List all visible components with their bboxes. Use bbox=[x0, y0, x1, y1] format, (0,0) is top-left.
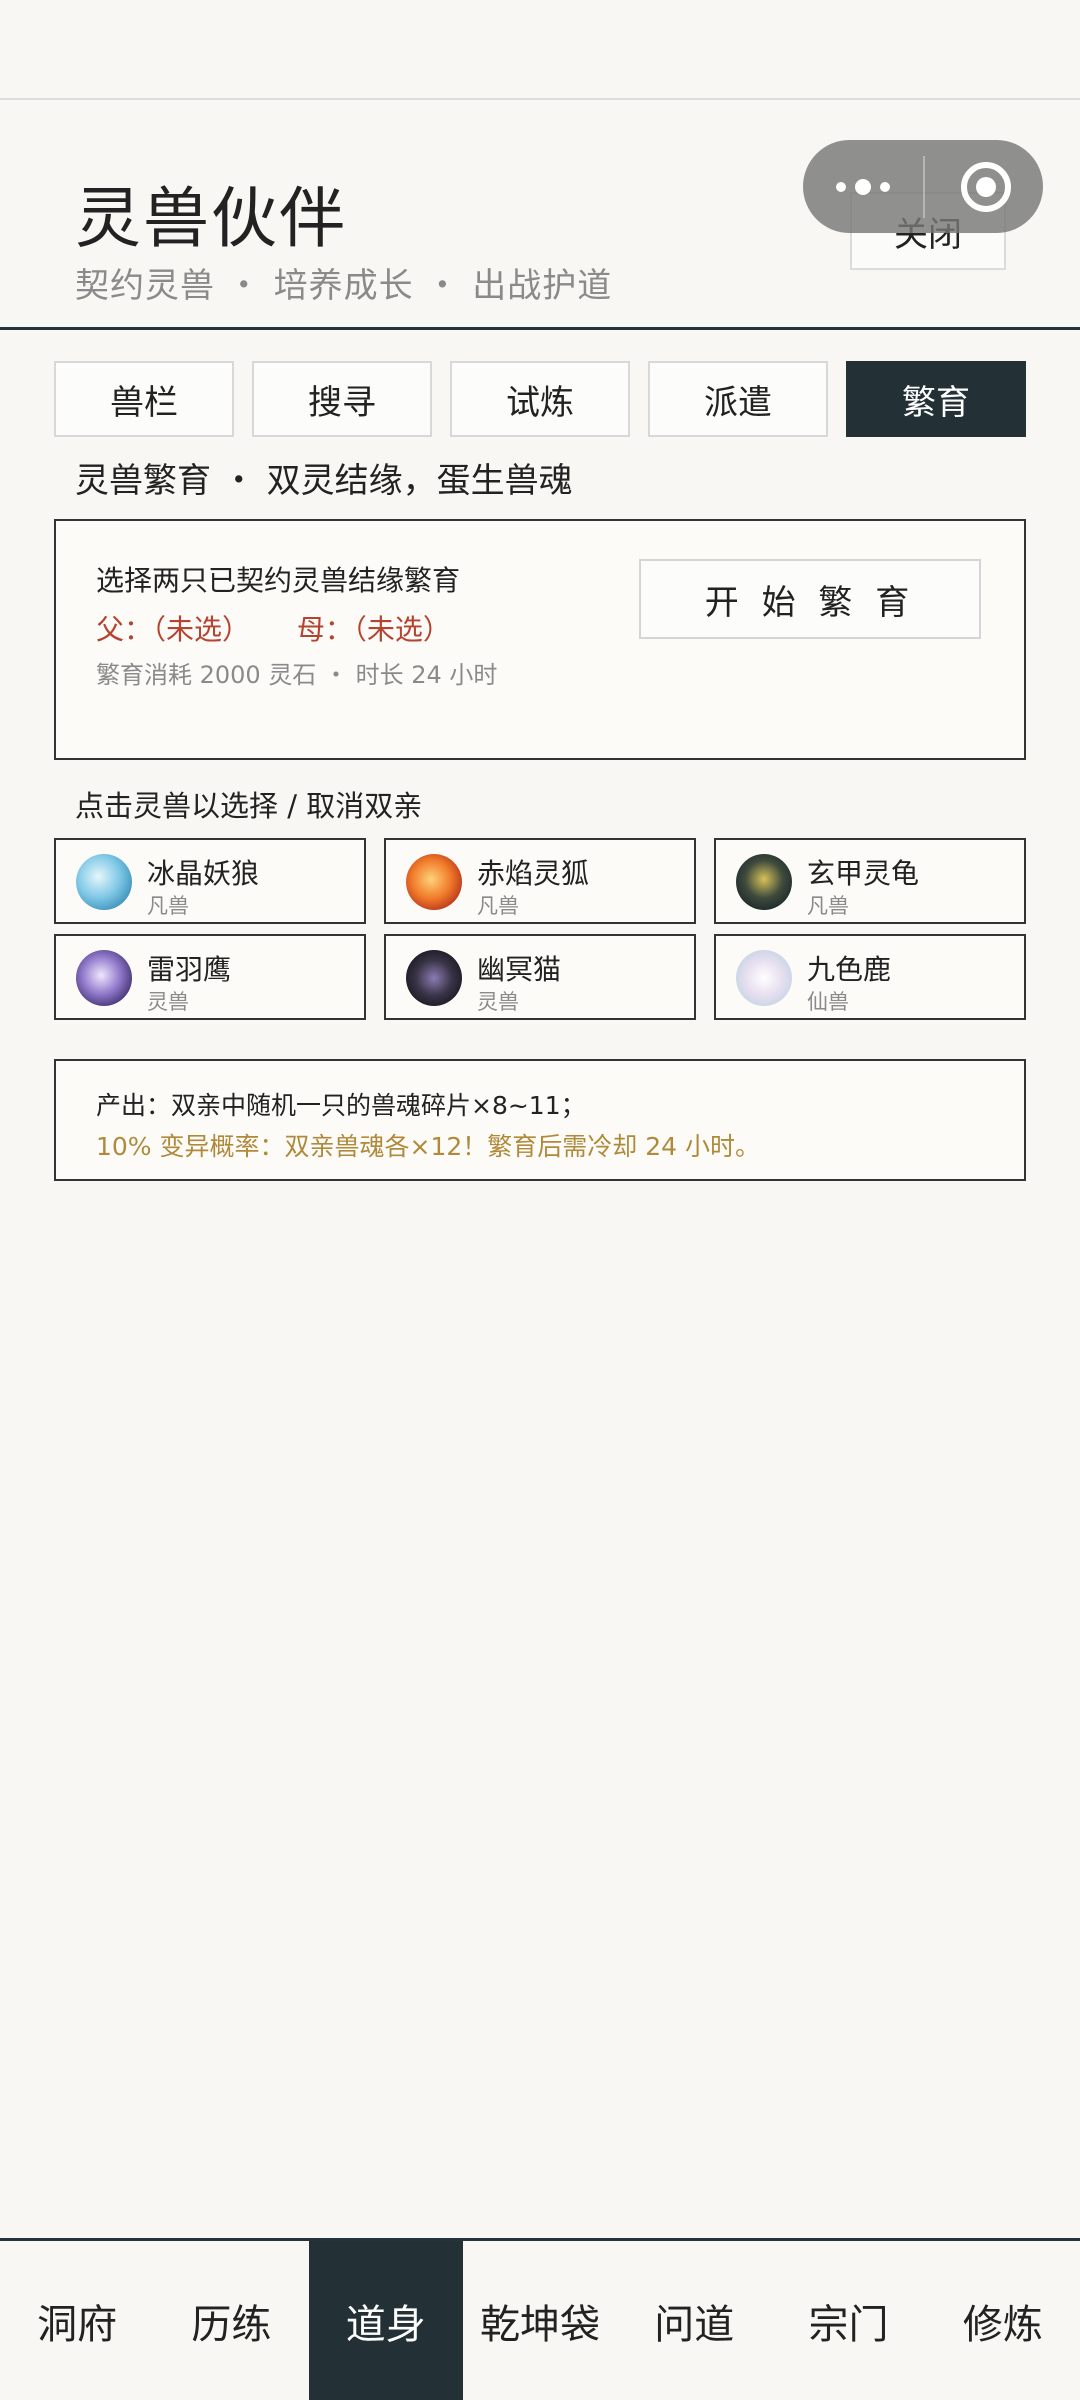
beast-name: 冰晶妖狼 bbox=[147, 857, 260, 890]
nav-dao-body[interactable]: 道身 bbox=[308, 2241, 463, 2400]
thunder-hawk-icon bbox=[76, 950, 132, 1006]
nav-sect[interactable]: 宗门 bbox=[771, 2241, 926, 2400]
shadow-cat-icon bbox=[406, 950, 462, 1006]
mother-slot: 母：（未选） bbox=[296, 613, 451, 646]
bottom-nav: 洞府 历练 道身 乾坤袋 问道 宗门 修炼 bbox=[0, 2241, 1080, 2400]
parent-selection: 父：（未选） 母：（未选） bbox=[96, 608, 489, 648]
father-slot: 父：（未选） bbox=[96, 613, 251, 646]
breeding-section-title: 灵兽繁育 ・ 双灵结缘，蛋生兽魂 bbox=[75, 461, 573, 501]
breeding-heading: 选择两只已契约灵兽结缘繁育 bbox=[96, 564, 461, 597]
breeding-cost: 繁育消耗 2000 灵石 ・ 时长 24 小时 bbox=[96, 661, 498, 689]
beast-name: 玄甲灵龟 bbox=[807, 857, 920, 890]
fire-fox-icon bbox=[406, 854, 462, 910]
tab-search[interactable]: 搜寻 bbox=[252, 361, 432, 437]
header-divider bbox=[0, 327, 1080, 330]
status-bar-area bbox=[0, 0, 1080, 100]
nav-storage-bag[interactable]: 乾坤袋 bbox=[462, 2241, 618, 2400]
mutation-description: 10% 变异概率：双亲兽魂各×12！繁育后需冷却 24 小时。 bbox=[96, 1132, 760, 1161]
tab-dispatch[interactable]: 派遣 bbox=[648, 361, 828, 437]
tab-bar: 兽栏 搜寻 试炼 派遣 繁育 bbox=[54, 361, 1026, 437]
nav-seek-dao[interactable]: 问道 bbox=[617, 2241, 772, 2400]
selection-hint: 点击灵兽以选择 / 取消双亲 bbox=[75, 789, 423, 823]
tab-beast-pen[interactable]: 兽栏 bbox=[54, 361, 234, 437]
beast-rank: 凡兽 bbox=[477, 894, 519, 918]
breeding-panel: 选择两只已契约灵兽结缘繁育 父：（未选） 母：（未选） 繁育消耗 2000 灵石… bbox=[54, 519, 1026, 760]
mini-program-capsule bbox=[803, 140, 1043, 233]
capsule-divider bbox=[923, 156, 925, 218]
beast-rank: 凡兽 bbox=[807, 894, 849, 918]
beast-card[interactable]: 雷羽鹰 灵兽 bbox=[54, 934, 366, 1020]
more-icon[interactable] bbox=[803, 140, 923, 233]
beast-rank: 灵兽 bbox=[477, 990, 519, 1014]
beast-name: 幽冥猫 bbox=[477, 953, 562, 986]
beast-card[interactable]: 玄甲灵龟 凡兽 bbox=[714, 838, 1026, 924]
nav-adventure[interactable]: 历练 bbox=[154, 2241, 309, 2400]
page-title: 灵兽伙伴 bbox=[75, 180, 347, 257]
tab-breeding[interactable]: 繁育 bbox=[846, 361, 1026, 437]
tab-trial[interactable]: 试炼 bbox=[450, 361, 630, 437]
output-info-panel: 产出：双亲中随机一只的兽魂碎片×8~11； 10% 变异概率：双亲兽魂各×12！… bbox=[54, 1059, 1026, 1181]
nav-cultivation[interactable]: 修炼 bbox=[925, 2241, 1080, 2400]
exit-target-icon[interactable] bbox=[961, 162, 1011, 212]
beast-list: 冰晶妖狼 凡兽 赤焰灵狐 凡兽 玄甲灵龟 凡兽 雷羽鹰 灵兽 幽冥猫 灵兽 九色… bbox=[54, 838, 1026, 1020]
ice-wolf-icon bbox=[76, 854, 132, 910]
beast-name: 赤焰灵狐 bbox=[477, 857, 590, 890]
beast-card[interactable]: 九色鹿 仙兽 bbox=[714, 934, 1026, 1020]
page-subtitle: 契约灵兽 ・ 培养成长 ・ 出战护道 bbox=[75, 266, 613, 306]
beast-name: 九色鹿 bbox=[807, 953, 892, 986]
nine-color-deer-icon bbox=[736, 950, 792, 1006]
output-description: 产出：双亲中随机一只的兽魂碎片×8~11； bbox=[96, 1091, 586, 1120]
beast-card[interactable]: 幽冥猫 灵兽 bbox=[384, 934, 696, 1020]
beast-rank: 灵兽 bbox=[147, 990, 189, 1014]
beast-card[interactable]: 冰晶妖狼 凡兽 bbox=[54, 838, 366, 924]
black-turtle-icon bbox=[736, 854, 792, 910]
beast-card[interactable]: 赤焰灵狐 凡兽 bbox=[384, 838, 696, 924]
nav-cave-abode[interactable]: 洞府 bbox=[0, 2241, 155, 2400]
beast-rank: 仙兽 bbox=[807, 990, 849, 1014]
start-breeding-button[interactable]: 开 始 繁 育 bbox=[639, 559, 981, 639]
beast-name: 雷羽鹰 bbox=[147, 953, 232, 986]
beast-rank: 凡兽 bbox=[147, 894, 189, 918]
